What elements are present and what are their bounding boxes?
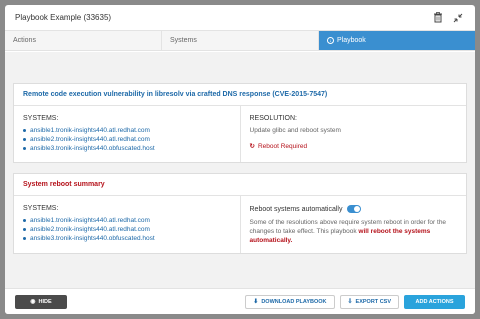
- playbook-content: Remote code execution vulnerability in l…: [5, 52, 475, 288]
- host-link[interactable]: ansible2.tronik-insights440.atl.redhat.c…: [30, 226, 150, 233]
- reboot-summary-card: System reboot summary SYSTEMS: ansible1.…: [13, 173, 467, 254]
- tab-systems[interactable]: Systems: [162, 31, 319, 50]
- eye-slash-icon: ◉: [30, 299, 36, 305]
- reboot-systems-column: SYSTEMS: ansible1.tronik-insights440.atl…: [14, 196, 241, 253]
- systems-list: ansible1.tronik-insights440.atl.redhat.c…: [23, 127, 231, 152]
- download-icon: ⬇: [253, 299, 259, 305]
- list-item: ansible1.tronik-insights440.atl.redhat.c…: [23, 127, 231, 134]
- reboot-icon: ↻: [249, 143, 255, 150]
- tab-playbook[interactable]: ↓ Playbook: [319, 31, 475, 50]
- download-playbook-button[interactable]: ⬇ DOWNLOAD PLAYBOOK: [245, 294, 335, 309]
- bullet-icon: [23, 237, 26, 240]
- reboot-settings-column: Reboot systems automatically Some of the…: [241, 196, 467, 253]
- modal-header: Playbook Example (33635): [5, 5, 475, 31]
- download-icon: ↓: [327, 37, 334, 44]
- list-item: ansible3.tronik-insights440.obfuscated.h…: [23, 145, 231, 152]
- resolution-card: Remote code execution vulnerability in l…: [13, 83, 467, 163]
- hide-button-label: HIDE: [38, 298, 52, 305]
- list-item: ansible3.tronik-insights440.obfuscated.h…: [23, 235, 231, 242]
- resolution-column: RESOLUTION: Update glibc and reboot syst…: [241, 106, 467, 162]
- export-icon: ⇩: [347, 299, 353, 305]
- bullet-icon: [23, 138, 26, 141]
- toggle-knob: [354, 206, 361, 212]
- add-actions-button[interactable]: ADD ACTIONS: [404, 294, 465, 309]
- tab-systems-label: Systems: [170, 37, 197, 44]
- export-csv-button[interactable]: ⇩ EXPORT CSV: [339, 294, 399, 309]
- add-actions-label: ADD ACTIONS: [415, 298, 454, 305]
- bullet-icon: [23, 228, 26, 231]
- host-link[interactable]: ansible2.tronik-insights440.atl.redhat.c…: [30, 136, 150, 143]
- tab-actions[interactable]: Actions: [5, 31, 162, 50]
- modal-title: Playbook Example (33635): [15, 13, 112, 22]
- bullet-icon: [23, 147, 26, 150]
- host-link[interactable]: ansible3.tronik-insights440.obfuscated.h…: [30, 145, 155, 152]
- download-playbook-label: DOWNLOAD PLAYBOOK: [261, 298, 327, 305]
- list-item: ansible2.tronik-insights440.atl.redhat.c…: [23, 136, 231, 143]
- systems-heading: SYSTEMS:: [23, 205, 59, 212]
- list-item: ansible1.tronik-insights440.atl.redhat.c…: [23, 217, 231, 224]
- tab-playbook-label: Playbook: [337, 37, 366, 44]
- hide-button[interactable]: ◉ HIDE: [15, 294, 67, 309]
- auto-reboot-label: Reboot systems automatically: [249, 205, 343, 213]
- auto-reboot-toggle[interactable]: [347, 205, 362, 213]
- auto-reboot-row: Reboot systems automatically: [250, 205, 458, 213]
- modal-footer: ◉ HIDE ⬇ DOWNLOAD PLAYBOOK ⇩ EXPORT CSV ADD…: [5, 288, 475, 314]
- playbook-modal: Playbook Example (33635) Actions Systems…: [5, 5, 475, 314]
- host-link[interactable]: ansible1.tronik-insights440.atl.redhat.c…: [30, 217, 150, 224]
- list-item: ansible2.tronik-insights440.atl.redhat.c…: [23, 226, 231, 233]
- rule-title[interactable]: Remote code execution vulnerability in l…: [14, 84, 466, 106]
- reboot-summary-title: System reboot summary: [14, 174, 466, 196]
- reboot-description: Some of the resolutions above require sy…: [250, 218, 458, 245]
- resolution-text: Update glibc and reboot system: [249, 127, 341, 134]
- reboot-required-label: Reboot Required: [257, 142, 308, 150]
- resolution-heading: RESOLUTION:: [249, 115, 297, 122]
- bullet-icon: [23, 219, 26, 222]
- bullet-icon: [23, 129, 26, 132]
- collapse-icon[interactable]: [451, 11, 465, 25]
- reboot-required-status: ↻ Reboot Required: [249, 142, 458, 151]
- host-link[interactable]: ansible3.tronik-insights440.obfuscated.h…: [30, 235, 155, 242]
- host-link[interactable]: ansible1.tronik-insights440.atl.redhat.c…: [30, 127, 150, 134]
- tab-actions-label: Actions: [13, 37, 36, 44]
- trash-icon[interactable]: [431, 11, 445, 25]
- systems-column: SYSTEMS: ansible1.tronik-insights440.atl…: [14, 106, 241, 162]
- systems-heading: SYSTEMS:: [23, 115, 59, 122]
- export-csv-label: EXPORT CSV: [355, 298, 391, 305]
- systems-list: ansible1.tronik-insights440.atl.redhat.c…: [23, 217, 231, 242]
- tab-bar: Actions Systems ↓ Playbook: [5, 31, 475, 51]
